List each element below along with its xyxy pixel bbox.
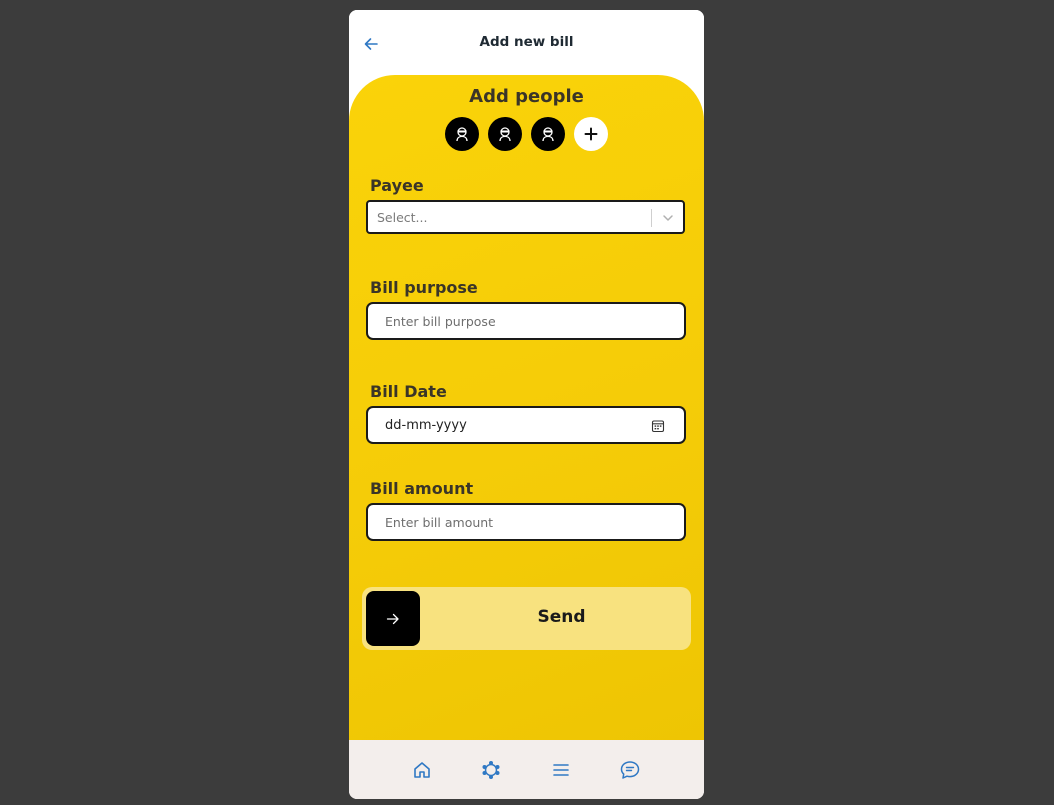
person-avatar-icon — [542, 127, 554, 142]
people-list — [445, 117, 608, 153]
chevron-down-icon[interactable] — [661, 211, 675, 225]
nav-home[interactable] — [411, 759, 433, 781]
person-avatar[interactable] — [531, 117, 565, 151]
plus-icon — [584, 127, 598, 141]
home-icon — [414, 762, 430, 778]
bill-date-label: Bill Date — [370, 382, 447, 401]
menu-icon — [553, 764, 569, 776]
bill-amount-input[interactable] — [366, 503, 686, 541]
person-avatar[interactable] — [488, 117, 522, 151]
payee-label: Payee — [370, 176, 424, 195]
nav-network[interactable] — [480, 759, 502, 781]
phone-frame: Add new bill Add people Payee Select... … — [349, 10, 704, 799]
payee-select-placeholder: Select... — [377, 210, 428, 225]
bill-date-value: dd-mm-yyyy — [385, 418, 467, 433]
add-person-button[interactable] — [574, 117, 608, 151]
person-avatar[interactable] — [445, 117, 479, 151]
person-avatar-icon — [456, 127, 468, 142]
bill-amount-label: Bill amount — [370, 479, 474, 498]
top-bar: Add new bill — [349, 10, 704, 76]
send-slider-handle[interactable] — [366, 591, 420, 646]
bill-purpose-input[interactable] — [366, 302, 686, 340]
network-icon — [482, 761, 500, 779]
select-divider — [651, 209, 652, 227]
bottom-nav — [349, 740, 704, 799]
send-slider[interactable]: Send — [362, 587, 691, 650]
bill-date-input[interactable]: dd-mm-yyyy — [366, 406, 686, 444]
send-label: Send — [537, 607, 586, 627]
bill-purpose-label: Bill purpose — [370, 278, 478, 297]
page-title: Add new bill — [479, 34, 574, 50]
add-people-title: Add people — [469, 86, 584, 107]
arrow-right-icon — [386, 613, 399, 624]
nav-menu[interactable] — [550, 759, 572, 781]
nav-chat[interactable] — [619, 759, 641, 781]
payee-select[interactable]: Select... — [366, 200, 685, 234]
chat-icon — [620, 761, 640, 779]
calendar-icon[interactable] — [651, 419, 665, 433]
person-avatar-icon — [499, 127, 511, 142]
bill-form-panel: Add people Payee Select... Bill purpose … — [349, 75, 704, 740]
